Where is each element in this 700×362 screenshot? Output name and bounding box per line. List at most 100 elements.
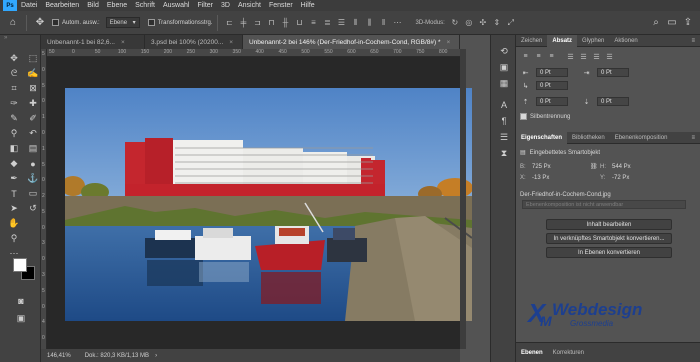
screen-mode-icon[interactable]: ▣: [10, 311, 32, 326]
blur-tool-icon[interactable]: ◆: [4, 156, 24, 171]
close-icon[interactable]: ×: [229, 39, 233, 46]
home-icon[interactable]: ⌂: [5, 15, 21, 31]
quick-select-tool-icon[interactable]: ✍: [26, 66, 40, 81]
menu-filter[interactable]: Filter: [193, 2, 217, 9]
history-brush-tool-icon[interactable]: ↶: [26, 126, 40, 141]
path-selection-tool-icon[interactable]: ➤: [4, 201, 24, 216]
align-left-edges-icon[interactable]: ⊏: [223, 17, 235, 29]
quick-mask-icon[interactable]: ◙: [10, 293, 32, 308]
3d-scale-icon[interactable]: ⤢: [505, 17, 517, 29]
move-tool-icon[interactable]: ✥: [32, 15, 48, 31]
distribute-left-icon[interactable]: ⫴: [349, 17, 361, 29]
justify-last-right-icon[interactable]: ☰: [591, 52, 602, 62]
hyphenation-checkbox[interactable]: Silbentrennung: [520, 113, 570, 120]
menu-auswahl[interactable]: Auswahl: [159, 2, 193, 9]
tab-unbenannt-2[interactable]: Unbenannt-2 bei 146% (Der-Friedhof-in-Co…: [243, 35, 460, 49]
photoshop-logo-icon[interactable]: Ps: [3, 0, 17, 11]
menu-datei[interactable]: Datei: [17, 2, 41, 9]
search-icon[interactable]: ⌕: [648, 15, 664, 31]
menu-bild[interactable]: Bild: [83, 2, 103, 9]
align-right-icon[interactable]: ≡: [546, 52, 557, 62]
tab-aktionen[interactable]: Aktionen: [609, 35, 642, 47]
crop-tool-icon[interactable]: ⌗: [4, 81, 24, 96]
lasso-tool-icon[interactable]: ᘓ: [4, 66, 24, 81]
align-vertical-centers-icon[interactable]: ╫: [279, 17, 291, 29]
x-value[interactable]: -13 Px: [532, 175, 590, 181]
eyedropper-tool-icon[interactable]: ✑: [4, 96, 24, 111]
close-icon[interactable]: ×: [446, 39, 450, 46]
share-icon[interactable]: ⇪: [680, 15, 696, 31]
hand-tool-icon[interactable]: ✋: [4, 216, 24, 231]
3d-rotate-icon[interactable]: ↻: [449, 17, 461, 29]
foreground-color-swatch[interactable]: [13, 258, 27, 272]
tab-ebenenkomposition[interactable]: Ebenenkomposition: [610, 132, 673, 144]
align-right-edges-icon[interactable]: ⊐: [251, 17, 263, 29]
distribute-top-icon[interactable]: ≡: [307, 17, 319, 29]
more-options-icon[interactable]: ⋯: [391, 17, 403, 29]
eraser-tool-icon[interactable]: ◧: [4, 141, 24, 156]
clone-stamp-tool-icon[interactable]: ⚲: [4, 126, 24, 141]
menu-3d[interactable]: 3D: [217, 2, 234, 9]
space-before-field[interactable]: 0 Pt: [536, 97, 568, 106]
close-icon[interactable]: ×: [121, 39, 125, 46]
move-tool-icon[interactable]: ✥: [4, 51, 24, 66]
rotate-view-tool-icon[interactable]: ↺: [26, 201, 40, 216]
marquee-tool-icon[interactable]: ⬚: [26, 51, 40, 66]
checkbox-checked-icon[interactable]: [520, 113, 527, 120]
adjustments-icon[interactable]: ⧗: [491, 145, 517, 161]
panel-menu-icon[interactable]: ≡: [686, 132, 700, 144]
distribute-bottom-icon[interactable]: ☰: [335, 17, 347, 29]
first-line-indent-field[interactable]: 0 Pt: [536, 81, 568, 90]
indent-right-field[interactable]: 0 Pt: [597, 68, 629, 77]
align-bottom-edges-icon[interactable]: ⊔: [293, 17, 305, 29]
panel-menu-icon[interactable]: ≡: [686, 35, 700, 47]
swatches-icon[interactable]: ▦: [491, 75, 517, 91]
vertical-scrollbar[interactable]: [460, 49, 466, 349]
character-icon[interactable]: A: [491, 97, 517, 113]
distribute-centers-icon[interactable]: ≣: [321, 17, 333, 29]
justify-last-left-icon[interactable]: ☰: [565, 52, 576, 62]
zoom-level[interactable]: 146,41%: [47, 353, 71, 359]
gradient-tool-icon[interactable]: ▤: [26, 141, 40, 156]
align-center-icon[interactable]: ≡: [533, 52, 544, 62]
tab-eigenschaften[interactable]: Eigenschaften: [516, 131, 568, 144]
layer-comps-icon[interactable]: ▣: [491, 59, 517, 75]
tab-korrekturen[interactable]: Korrekturen: [548, 347, 589, 359]
tab-glyphen[interactable]: Glyphen: [577, 35, 609, 47]
3d-roll-icon[interactable]: ◎: [463, 17, 475, 29]
3d-slide-icon[interactable]: ⇕: [491, 17, 503, 29]
y-value[interactable]: -72 Px: [612, 175, 670, 181]
shape-tool-icon[interactable]: ▭: [26, 186, 40, 201]
transform-controls-checkbox[interactable]: Transformationsstrg.: [147, 19, 212, 26]
tab-unbenannt-1[interactable]: Unbenannt-1 bei 82,6... ×: [41, 35, 145, 49]
align-left-icon[interactable]: ≡: [520, 52, 531, 62]
brush-tool-icon[interactable]: ✎: [4, 111, 24, 126]
pen-tool-icon[interactable]: ✒: [4, 171, 24, 186]
height-value[interactable]: 544 Px: [612, 164, 670, 170]
healing-brush-tool-icon[interactable]: ✚: [26, 96, 40, 111]
align-top-edges-icon[interactable]: ⊓: [265, 17, 277, 29]
space-after-field[interactable]: 0 Pt: [597, 97, 629, 106]
workspace-icon[interactable]: ▭: [664, 15, 680, 31]
paragraph-icon[interactable]: ¶: [491, 113, 517, 129]
auto-select-dropdown[interactable]: Ebene ▾: [105, 17, 140, 28]
pencil-tool-icon[interactable]: ✐: [26, 111, 40, 126]
convert-layers-button[interactable]: In Ebenen konvertieren: [546, 247, 672, 258]
tab-3-psd[interactable]: 3.psd bei 100% (20200... ×: [145, 35, 243, 49]
tab-bibliotheken[interactable]: Bibliotheken: [567, 132, 610, 144]
width-value[interactable]: 725 Px: [532, 164, 590, 170]
checkbox-icon[interactable]: [147, 19, 155, 26]
checkbox-icon[interactable]: [52, 19, 59, 26]
menu-schrift[interactable]: Schrift: [131, 2, 159, 9]
anchor-tool-icon[interactable]: ⚓: [26, 171, 40, 186]
chevron-right-icon[interactable]: ›: [155, 353, 157, 359]
tab-absatz[interactable]: Absatz: [547, 34, 578, 47]
zoom-tool-icon[interactable]: ⚲: [4, 231, 24, 246]
menu-ebene[interactable]: Ebene: [103, 2, 131, 9]
edit-contents-button[interactable]: Inhalt bearbeiten: [546, 219, 672, 230]
menu-bearbeiten[interactable]: Bearbeiten: [41, 2, 83, 9]
frame-tool-icon[interactable]: ⊠: [26, 81, 40, 96]
tab-ebenen[interactable]: Ebenen: [516, 347, 548, 359]
menu-ansicht[interactable]: Ansicht: [234, 2, 265, 9]
menu-hilfe[interactable]: Hilfe: [297, 2, 319, 9]
